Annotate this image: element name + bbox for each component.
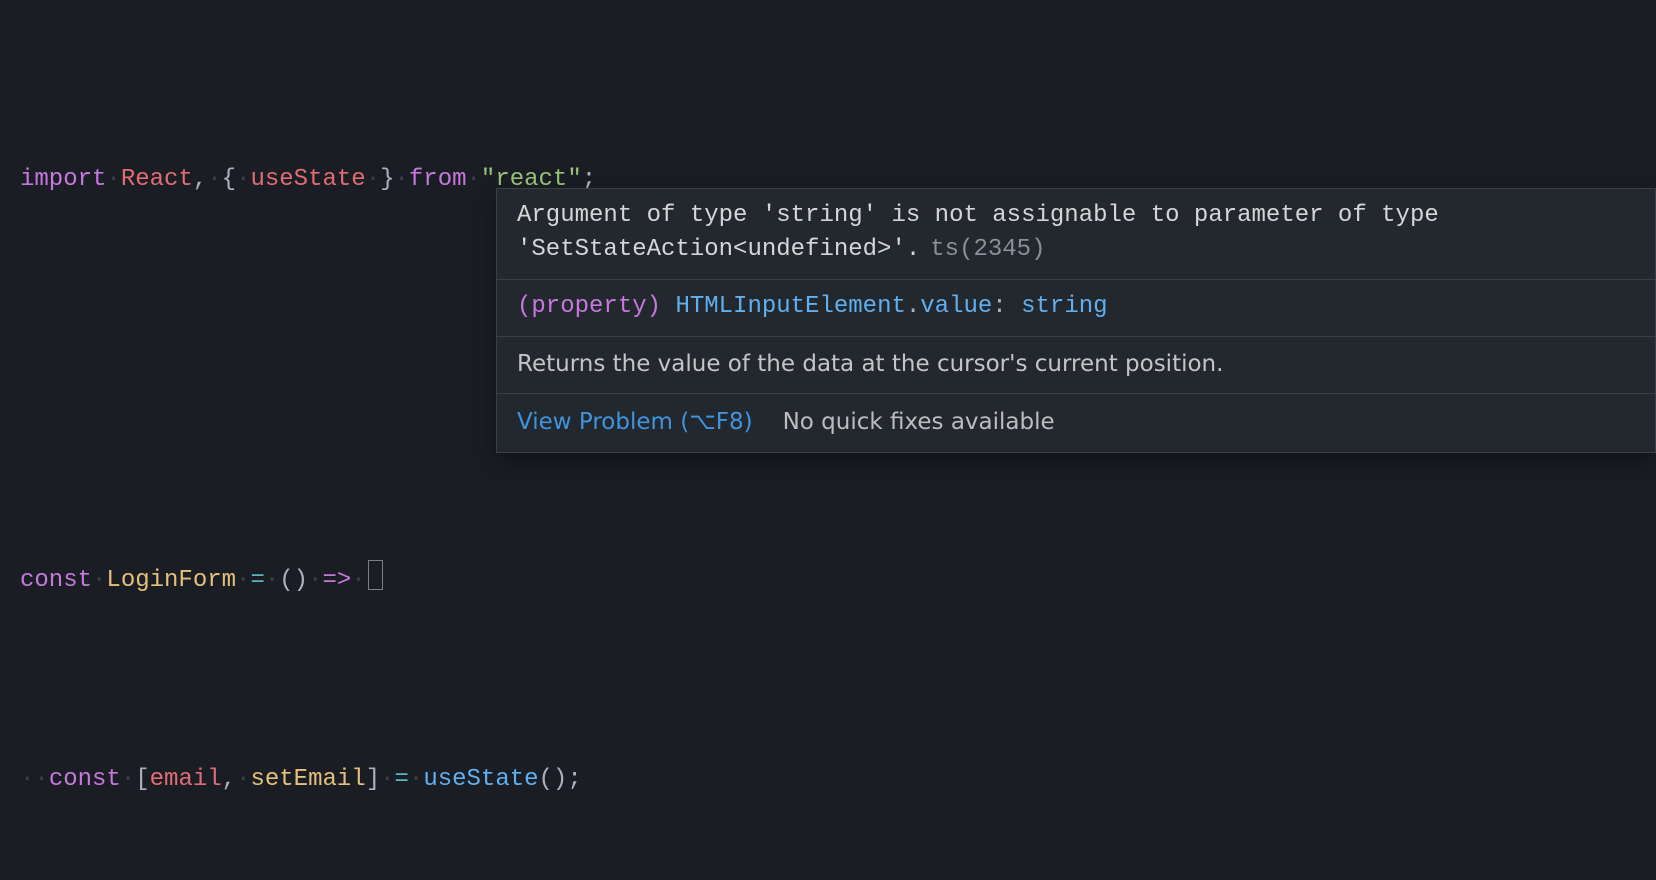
- sig-kind: (property): [517, 293, 661, 320]
- whitespace-dot: ·: [236, 766, 250, 793]
- whitespace-dot: ·: [409, 766, 423, 793]
- hover-actions: View Problem (⌥F8) No quick fixes availa…: [497, 394, 1655, 452]
- sig-colon: :: [992, 293, 1006, 320]
- code-line[interactable]: const·LoginForm·=·()·=>·: [20, 560, 1656, 600]
- sig-class: HTMLInputElement: [675, 293, 905, 320]
- whitespace-dot: ·: [92, 567, 106, 594]
- brace-close: }: [380, 166, 394, 193]
- whitespace-dot: ·: [207, 166, 221, 193]
- paren: (): [279, 567, 308, 594]
- keyword-import: import: [20, 166, 106, 193]
- whitespace-dot: ·: [236, 567, 250, 594]
- whitespace-dot: ·: [380, 766, 394, 793]
- bracket-close: ]: [366, 766, 380, 793]
- comma: ,: [193, 166, 207, 193]
- cursor-box: [368, 560, 383, 590]
- whitespace-dot: ·: [366, 166, 380, 193]
- operator-equals: =: [250, 567, 264, 594]
- identifier-setemail: setEmail: [250, 766, 365, 793]
- no-quick-fix-label: No quick fixes available: [783, 402, 1055, 442]
- whitespace-dot: ·: [395, 166, 409, 193]
- brace-open: {: [222, 166, 236, 193]
- whitespace-dot: ·: [236, 166, 250, 193]
- operator-arrow: =>: [322, 567, 351, 594]
- identifier-usestate-call: useState: [423, 766, 538, 793]
- view-problem-link[interactable]: View Problem (⌥F8): [517, 402, 753, 442]
- identifier-email: email: [150, 766, 222, 793]
- sig-member: value: [920, 293, 992, 320]
- keyword-from: from: [409, 166, 467, 193]
- operator-equals: =: [395, 766, 409, 793]
- whitespace-dot: ·: [351, 567, 365, 594]
- keyword-const: const: [49, 766, 121, 793]
- hover-error-message: Argument of type 'string' is not assigna…: [497, 189, 1655, 280]
- code-line[interactable]: ··const·[email,·setEmail]·=·useState();: [20, 760, 1656, 800]
- bracket-open: [: [135, 766, 149, 793]
- indent: ··: [20, 766, 49, 793]
- identifier-usestate: useState: [250, 166, 365, 193]
- call-parens: ();: [539, 766, 582, 793]
- identifier-loginform: LoginForm: [106, 567, 236, 594]
- keyword-const: const: [20, 567, 92, 594]
- hover-documentation: Returns the value of the data at the cur…: [497, 337, 1655, 394]
- sig-dot: .: [906, 293, 920, 320]
- error-code: ts(2345): [930, 236, 1045, 263]
- comma: ,: [222, 766, 236, 793]
- whitespace-dot: ·: [106, 166, 120, 193]
- sig-type: string: [1021, 293, 1107, 320]
- identifier-react: React: [121, 166, 193, 193]
- hover-signature: (property) HTMLInputElement.value: strin…: [497, 280, 1655, 337]
- whitespace-dot: ·: [121, 766, 135, 793]
- whitespace-dot: ·: [467, 166, 481, 193]
- whitespace-dot: ·: [308, 567, 322, 594]
- hover-tooltip[interactable]: Argument of type 'string' is not assigna…: [496, 188, 1656, 453]
- whitespace-dot: ·: [265, 567, 279, 594]
